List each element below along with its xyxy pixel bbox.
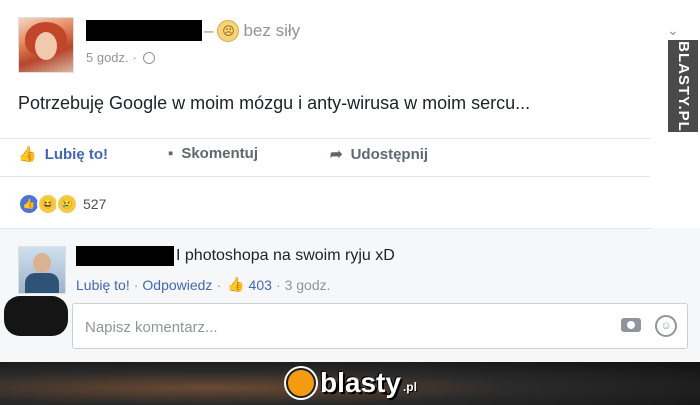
author-avatar[interactable] bbox=[18, 17, 74, 73]
feeling-status: – ☹ bez siły bbox=[204, 20, 301, 42]
watermark-text: BLASTY.PL bbox=[674, 40, 692, 132]
redacted-commenter-name bbox=[76, 246, 174, 266]
commenter-avatar[interactable] bbox=[18, 246, 66, 294]
comment-icon: ▪ bbox=[168, 145, 174, 162]
comment-like-link[interactable]: Lubię to! bbox=[76, 277, 130, 293]
redacted-author-name bbox=[86, 20, 202, 41]
sad-face-icon: ☹ bbox=[217, 20, 240, 42]
comment-time[interactable]: 3 godz. bbox=[285, 277, 331, 293]
share-button-label: Udostępnij bbox=[350, 145, 429, 163]
post-time[interactable]: 5 godz. bbox=[86, 50, 129, 65]
comment-text: I photoshopa na swoim ryju xD bbox=[176, 247, 395, 264]
globe-icon bbox=[143, 51, 155, 64]
bomb-icon bbox=[286, 368, 316, 398]
sad-reaction-icon: 😢 bbox=[56, 193, 78, 215]
avatar-head bbox=[33, 253, 51, 273]
avatar-body bbox=[25, 273, 59, 293]
current-user-avatar-redacted bbox=[4, 296, 68, 336]
divider bbox=[0, 176, 650, 177]
share-button[interactable]: ➦ Udostępnij bbox=[330, 145, 429, 164]
camera-icon[interactable] bbox=[621, 318, 641, 332]
comment-button-label: Skomentuj bbox=[181, 145, 259, 162]
avatar-face bbox=[35, 32, 57, 60]
like-button[interactable]: 👍 Lubię to! bbox=[18, 145, 109, 164]
divider bbox=[0, 228, 650, 229]
thumbs-up-outline-icon: 👍 bbox=[227, 276, 245, 292]
comment-reply-link[interactable]: Odpowiedz bbox=[142, 277, 212, 293]
comment-composer[interactable]: ☺ bbox=[72, 303, 688, 349]
comment-button[interactable]: ▪ Skomentuj bbox=[168, 145, 258, 162]
emoji-icon[interactable]: ☺ bbox=[655, 315, 677, 337]
share-arrow-icon: ➦ bbox=[330, 146, 343, 163]
watermark: BLASTY.PL bbox=[668, 40, 698, 132]
comment-input[interactable] bbox=[83, 315, 567, 339]
comment-meta: Lubię to! · Odpowiedz · 👍 403 · 3 godz. bbox=[76, 276, 331, 293]
post-actions: 👍 Lubię to! ▪ Skomentuj ➦ Udostępnij bbox=[0, 140, 650, 170]
post-timestamp[interactable]: 5 godz. · bbox=[86, 50, 155, 65]
site-logo[interactable]: blasty .pl bbox=[286, 368, 417, 398]
reactions-summary[interactable]: 👍 😆 😢 527 bbox=[18, 193, 106, 215]
chevron-down-icon[interactable]: ⌄ bbox=[667, 22, 679, 39]
logo-suffix: .pl bbox=[402, 380, 417, 394]
comment-likes-count[interactable]: 403 bbox=[249, 277, 272, 293]
thumbs-up-icon: 👍 bbox=[18, 146, 37, 163]
feeling-label: bez siły bbox=[243, 21, 301, 40]
logo-text: blasty bbox=[320, 367, 401, 398]
post-text: Potrzebuję Google w moim mózgu i anty-wi… bbox=[18, 93, 531, 113]
like-button-label: Lubię to! bbox=[44, 145, 109, 163]
reactions-count[interactable]: 527 bbox=[83, 196, 106, 212]
divider bbox=[0, 138, 650, 139]
